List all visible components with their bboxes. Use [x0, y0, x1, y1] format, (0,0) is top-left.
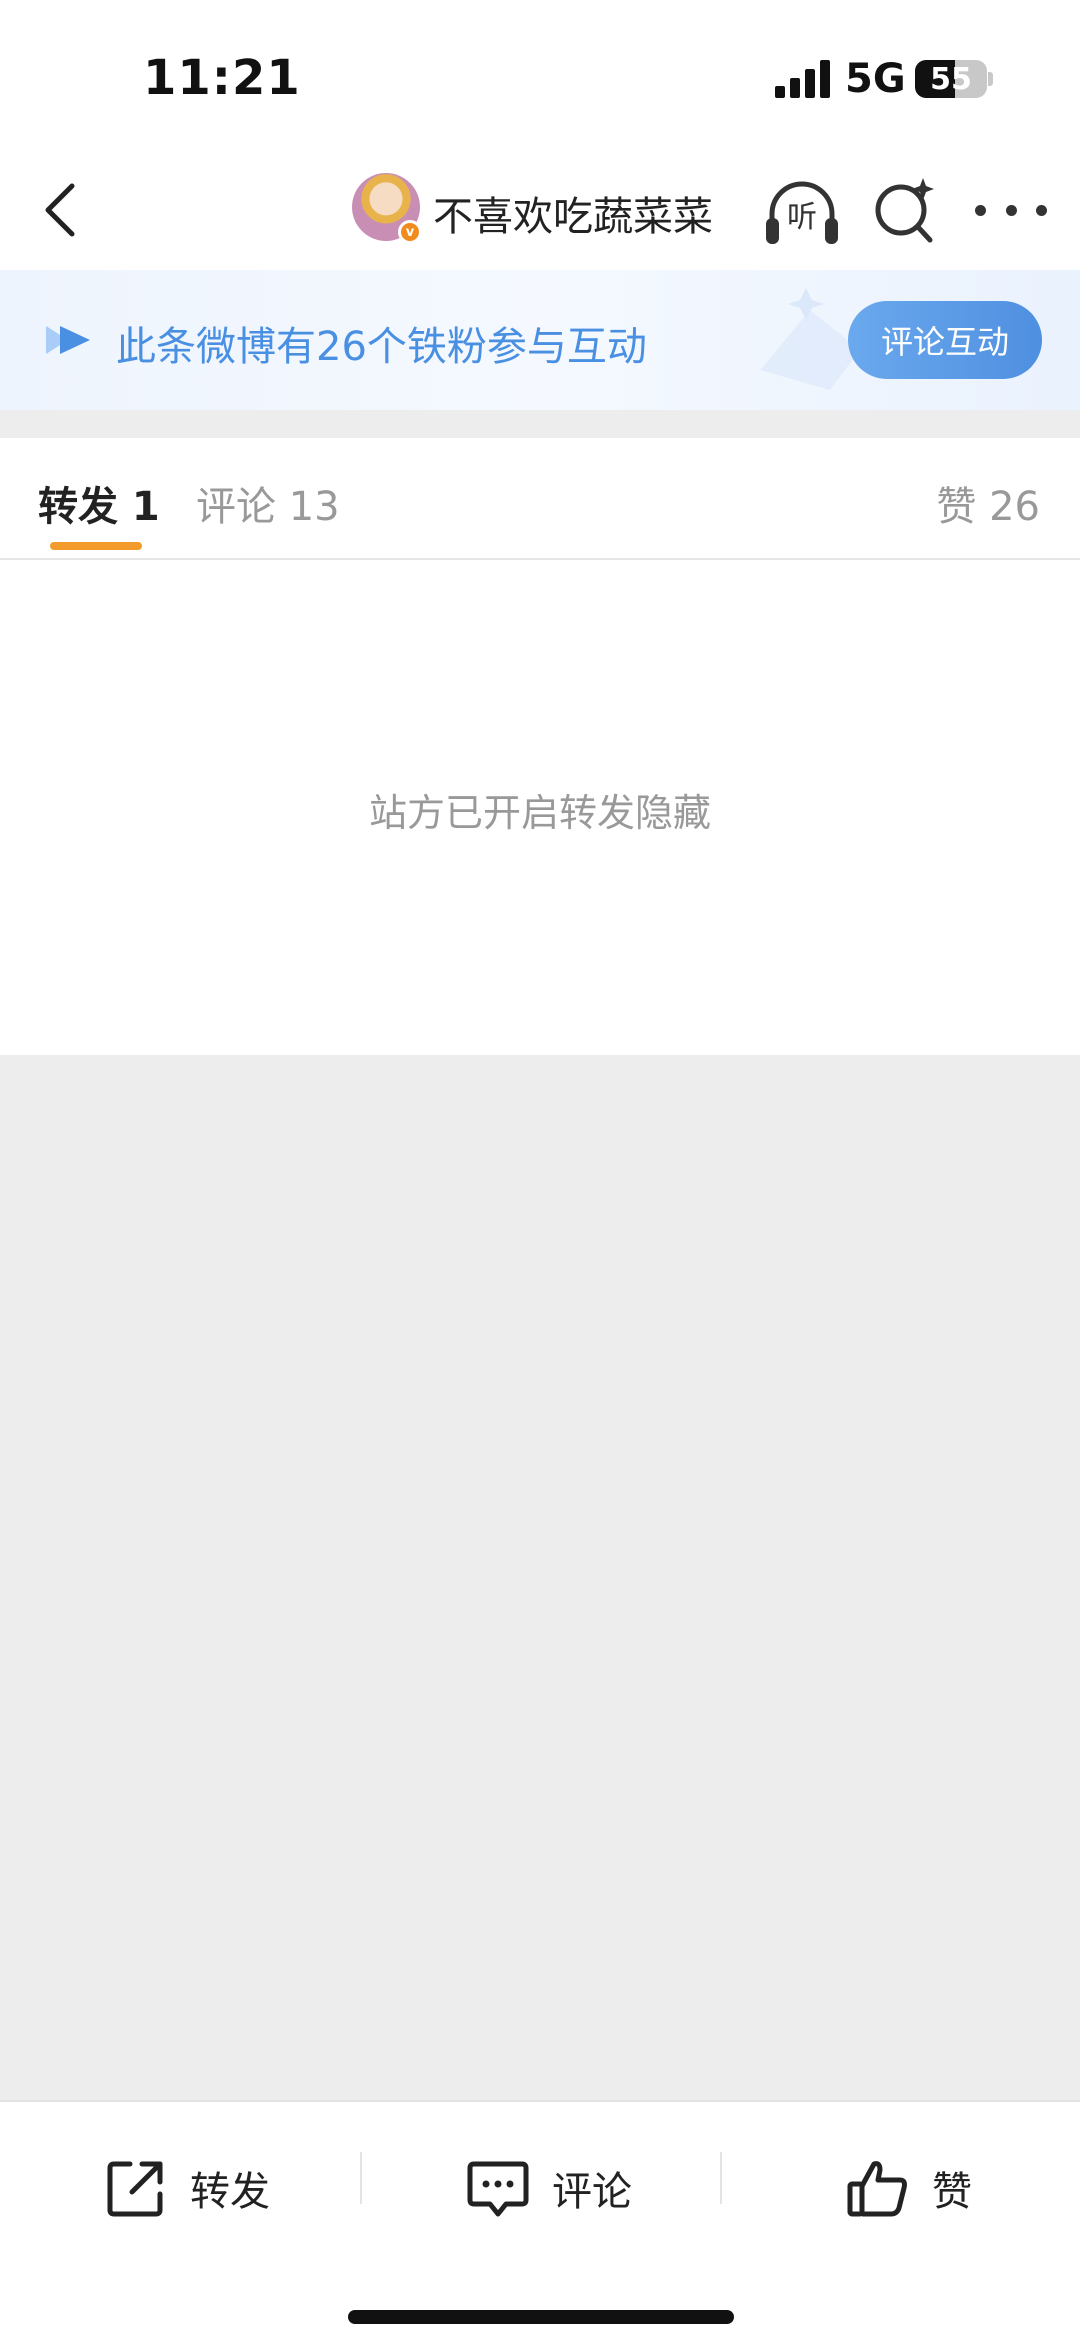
nav-bar: v 不喜欢吃蔬菜菜 听	[0, 150, 1080, 270]
repost-label: 转发	[190, 2169, 270, 2215]
more-button[interactable]	[975, 190, 1047, 230]
status-time: 11:21	[143, 50, 301, 106]
signal-icon	[775, 60, 830, 98]
listen-label: 听	[787, 200, 817, 235]
tab-like[interactable]: 赞 26	[936, 474, 1040, 532]
bottom-action-bar: 转发 评论 赞	[0, 2100, 1080, 2342]
more-dot-icon	[1036, 204, 1047, 216]
fan-interaction-banner[interactable]: 此条微博有26个铁粉参与互动 评论互动	[0, 270, 1080, 410]
comment-label: 评论	[552, 2169, 632, 2215]
divider	[720, 2152, 722, 2204]
repost-button[interactable]: 转发	[104, 2148, 270, 2228]
listen-button[interactable]: 听	[762, 174, 842, 250]
tab-comment[interactable]: 评论 13	[196, 474, 340, 532]
repost-hidden-message: 站方已开启转发隐藏	[368, 791, 711, 835]
tab-bar: 转发 1 评论 13 赞 26	[0, 438, 1080, 560]
like-label: 赞	[932, 2169, 972, 2215]
interaction-icon	[46, 326, 90, 354]
battery-icon: 55	[915, 60, 987, 98]
like-button[interactable]: 赞	[846, 2148, 972, 2228]
thumbs-up-icon	[847, 2161, 907, 2217]
user-nickname[interactable]: 不喜欢吃蔬菜菜	[433, 184, 713, 242]
comment-button[interactable]: 评论	[466, 2148, 632, 2228]
share-out-icon	[107, 2161, 163, 2217]
comment-bubble-icon	[467, 2161, 529, 2217]
battery-level: 55	[930, 61, 972, 97]
more-dot-icon	[1005, 204, 1017, 216]
tab-repost[interactable]: 转发 1	[38, 474, 160, 532]
active-tab-indicator	[50, 542, 142, 550]
verified-badge-icon: v	[398, 220, 422, 244]
repost-list: 站方已开启转发隐藏	[0, 560, 1080, 1055]
divider	[360, 2152, 362, 2204]
search-sparkle-icon	[875, 178, 934, 243]
battery-tip	[988, 72, 993, 86]
more-dot-icon	[975, 204, 986, 216]
banner-text: 此条微博有26个铁粉参与互动	[116, 324, 647, 370]
network-type: 5G	[845, 56, 906, 102]
comment-interaction-button[interactable]: 评论互动	[848, 301, 1042, 379]
chevron-left-icon	[45, 183, 75, 237]
back-button[interactable]	[22, 172, 98, 248]
status-bar: 11:21 5G 55	[0, 0, 1080, 150]
search-button[interactable]	[873, 174, 939, 246]
home-indicator	[348, 2310, 734, 2324]
